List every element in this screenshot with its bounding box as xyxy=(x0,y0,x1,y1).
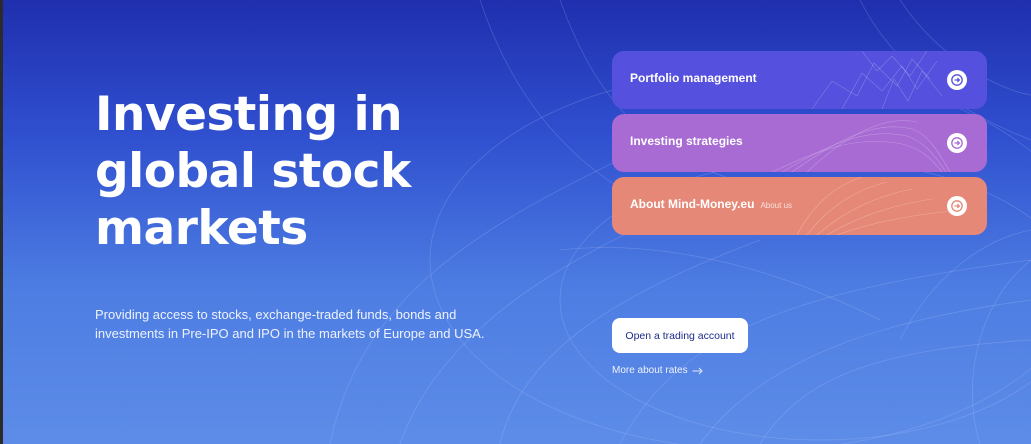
card-sublabel[interactable]: About us xyxy=(760,201,792,210)
card-title: Portfolio management xyxy=(630,71,757,85)
card-title: About Mind-Money.eu xyxy=(630,197,755,211)
card-label: Investing strategies xyxy=(630,134,743,148)
window-edge xyxy=(0,0,3,444)
card-portfolio-management[interactable]: Portfolio management xyxy=(612,51,987,109)
arrow-right-icon xyxy=(692,367,703,374)
card-label: About Mind-Money.eu About us xyxy=(630,197,792,211)
card-title: Investing strategies xyxy=(630,134,743,148)
rates-link-label: More about rates xyxy=(612,365,688,376)
arrow-right-icon[interactable] xyxy=(947,196,967,216)
card-label: Portfolio management xyxy=(630,71,757,85)
card-investing-strategies[interactable]: Investing strategies xyxy=(612,114,987,172)
feature-cards: Portfolio management Investing strategie… xyxy=(612,51,987,240)
arrow-right-icon[interactable] xyxy=(947,133,967,153)
more-about-rates-link[interactable]: More about rates xyxy=(612,365,703,376)
open-trading-account-button[interactable]: Open a trading account xyxy=(612,318,748,353)
arrow-right-icon[interactable] xyxy=(947,70,967,90)
hero-title: Investing in global stock markets xyxy=(95,87,411,256)
card-about-mind-money[interactable]: About Mind-Money.eu About us xyxy=(612,177,987,235)
hero-subtitle: Providing access to stocks, exchange-tra… xyxy=(95,307,485,341)
